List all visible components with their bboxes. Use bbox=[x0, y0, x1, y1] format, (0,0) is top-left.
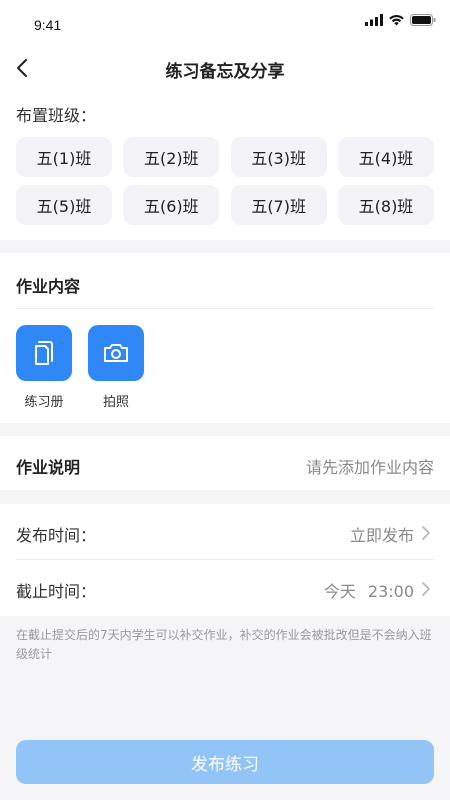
class-chip-7[interactable]: 五(7)班 bbox=[230, 185, 327, 225]
homework-content-section: 作业内容 练习册 拍照 bbox=[0, 253, 450, 423]
chevron-right-icon bbox=[422, 526, 430, 540]
photo-button[interactable] bbox=[88, 325, 144, 381]
class-selection-label: 布置班级： bbox=[16, 106, 97, 125]
publish-button[interactable]: 发布练习 bbox=[16, 740, 434, 784]
photo-option[interactable]: 拍照 bbox=[88, 325, 144, 410]
chevron-right-icon bbox=[422, 582, 430, 596]
workbook-option[interactable]: 练习册 bbox=[16, 325, 72, 410]
homework-description-placeholder[interactable]: 请先添加作业内容 bbox=[306, 454, 434, 478]
battery-icon bbox=[410, 14, 436, 26]
homework-content-title: 作业内容 bbox=[16, 277, 81, 296]
publish-time-label: 发布时间： bbox=[16, 526, 97, 545]
workbook-button[interactable] bbox=[16, 325, 72, 381]
deadline-value: 今天 23:00 bbox=[324, 578, 414, 602]
deadline-time: 23:00 bbox=[367, 582, 414, 601]
class-chip-2[interactable]: 五(2)班 bbox=[123, 137, 220, 177]
status-time: 9:41 bbox=[34, 17, 62, 33]
deadline-row[interactable]: 截止时间： 今天 23:00 bbox=[0, 560, 450, 616]
deadline-label: 截止时间： bbox=[16, 582, 97, 601]
page-title: 练习备忘及分享 bbox=[165, 62, 285, 82]
deadline-day: 今天 bbox=[323, 582, 356, 601]
workbook-icon bbox=[35, 341, 53, 365]
cellular-signal-icon bbox=[365, 14, 383, 26]
homework-description-row[interactable]: 作业说明 请先添加作业内容 bbox=[0, 436, 450, 490]
status-icons bbox=[365, 14, 436, 26]
workbook-label: 练习册 bbox=[24, 395, 64, 410]
homework-options: 练习册 拍照 bbox=[16, 325, 144, 410]
class-grid: 五(1)班 五(2)班 五(3)班 五(4)班 五(5)班 五(6)班 五(7)… bbox=[16, 137, 434, 225]
wifi-icon bbox=[389, 15, 404, 26]
class-chip-5[interactable]: 五(5)班 bbox=[16, 185, 112, 225]
divider bbox=[16, 308, 434, 309]
class-chip-6[interactable]: 五(6)班 bbox=[123, 185, 220, 225]
class-selection-section: 布置班级： 五(1)班 五(2)班 五(3)班 五(4)班 五(5)班 五(6)… bbox=[0, 86, 450, 240]
publish-time-value: 立即发布 bbox=[349, 526, 414, 545]
homework-description-label: 作业说明 bbox=[16, 458, 81, 477]
camera-icon bbox=[104, 344, 128, 362]
time-settings-section: 发布时间： 立即发布 截止时间： 今天 23:00 bbox=[0, 504, 450, 616]
nav-bar: 练习备忘及分享 bbox=[0, 50, 450, 86]
photo-label: 拍照 bbox=[102, 395, 129, 410]
class-chip-8[interactable]: 五(8)班 bbox=[337, 185, 434, 225]
publish-time-row[interactable]: 发布时间： 立即发布 bbox=[0, 504, 450, 560]
class-chip-3[interactable]: 五(3)班 bbox=[230, 137, 327, 177]
class-chip-4[interactable]: 五(4)班 bbox=[337, 137, 434, 177]
late-submission-note: 在截止提交后的7天内学生可以补交作业，补交的作业会被批改但是不会纳入班级统计 bbox=[16, 628, 432, 661]
status-bar: 9:41 bbox=[0, 0, 450, 50]
class-chip-1[interactable]: 五(1)班 bbox=[16, 137, 112, 177]
